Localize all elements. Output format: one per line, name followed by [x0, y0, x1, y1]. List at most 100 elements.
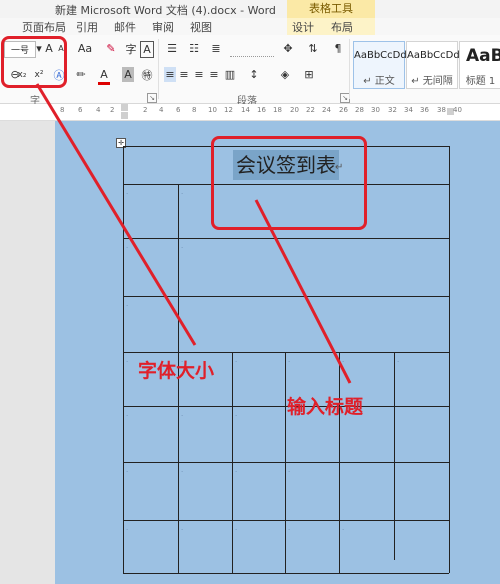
style-sample: AaBbCcDd	[407, 50, 460, 61]
phonetic-guide-button[interactable]: 字	[124, 41, 138, 56]
change-case-button[interactable]: Aa	[76, 41, 94, 56]
ruler-tick: 34	[404, 106, 413, 114]
style-normal[interactable]: AaBbCcDd ↵ 正文	[353, 41, 407, 89]
character-border-button[interactable]: A	[140, 41, 154, 58]
cell-end-mark: ·	[288, 468, 291, 476]
show-marks-icon[interactable]: ¶	[332, 41, 344, 56]
ribbon-tabs: 页面布局 引用 邮件 审阅 视图 设计 布局	[0, 18, 500, 35]
font-size-annotation: 字体大小	[138, 360, 215, 382]
table-row-border	[123, 462, 449, 463]
ribbon-separator	[349, 39, 350, 99]
table-row-border	[123, 296, 449, 297]
bullets-icon[interactable]: ☰	[164, 41, 180, 56]
font-dialog-launcher-icon[interactable]: ↘	[147, 93, 157, 103]
font-size-highlight-box	[1, 36, 67, 88]
align-left-icon[interactable]: ≡	[164, 67, 176, 82]
table-row-border	[123, 352, 449, 353]
cell-end-mark: ·	[397, 358, 400, 366]
tab-design[interactable]: 设计	[292, 19, 314, 35]
cell-end-mark: ·	[288, 358, 291, 366]
ruler-tick: 6	[176, 106, 181, 114]
shading-icon[interactable]: ◈	[278, 67, 292, 82]
table-column-border	[394, 352, 395, 560]
align-center-icon[interactable]: ≡	[178, 67, 190, 82]
cell-end-mark: ·	[342, 358, 345, 366]
numbering-icon[interactable]: ☷	[186, 41, 202, 56]
table-column-border	[285, 352, 286, 573]
cell-end-mark: ·	[126, 412, 129, 420]
style-sample: AaBbCcDd	[354, 50, 407, 61]
cell-end-mark: ·	[181, 526, 184, 534]
cell-end-mark: ·	[288, 526, 291, 534]
cell-end-mark: ·	[126, 468, 129, 476]
cell-end-mark: ·	[181, 412, 184, 420]
cell-end-mark: ·	[235, 526, 238, 534]
cell-end-mark: ·	[181, 468, 184, 476]
first-line-indent-marker[interactable]	[121, 104, 128, 111]
table-column-border	[123, 146, 124, 573]
cell-end-mark: ·	[126, 244, 129, 252]
title-annotation: 输入标题	[287, 396, 364, 418]
ruler-tick: 32	[388, 106, 397, 114]
cell-end-mark: ·	[126, 526, 129, 534]
ruler-tick: 24	[322, 106, 331, 114]
ruler-tick: 8	[192, 106, 197, 114]
font-color-button[interactable]: A	[98, 67, 110, 85]
ruler-tick: 38	[437, 106, 446, 114]
borders-icon[interactable]: ⊞	[300, 67, 318, 82]
window-title: 新建 Microsoft Word 文档 (4).docx - Word	[55, 4, 276, 17]
tab-mailings[interactable]: 邮件	[114, 19, 136, 35]
style-name: ↵ 正文	[363, 76, 395, 87]
ruler-tick: 40	[453, 106, 462, 114]
cell-end-mark: ·	[342, 526, 345, 534]
cell-end-mark: ·	[126, 358, 129, 366]
sort-icon[interactable]: ⇅	[306, 41, 320, 56]
tab-view[interactable]: 视图	[190, 19, 212, 35]
tab-layout[interactable]: 布局	[331, 19, 353, 35]
indent-buttons[interactable]	[230, 41, 274, 57]
ruler-tick: 14	[241, 106, 250, 114]
table-row-border	[123, 520, 449, 521]
highlight-icon[interactable]: ✏	[74, 67, 88, 82]
left-indent-marker[interactable]	[121, 112, 128, 119]
title-highlight-box	[211, 136, 367, 230]
justify-icon[interactable]: ≡	[208, 67, 220, 82]
cell-end-mark: ·	[235, 412, 238, 420]
cell-end-mark: ·	[235, 468, 238, 476]
tab-references[interactable]: 引用	[76, 19, 98, 35]
character-shading-icon[interactable]: A	[122, 67, 134, 82]
title-bar: 新建 Microsoft Word 文档 (4).docx - Word 表格工…	[0, 0, 500, 18]
table-column-border	[232, 352, 233, 573]
tab-page-layout[interactable]: 页面布局	[22, 19, 66, 35]
clear-formatting-icon[interactable]: ✎	[104, 41, 118, 56]
distributed-icon[interactable]: ▥	[224, 67, 236, 82]
line-spacing-icon[interactable]: ↕	[246, 67, 262, 82]
ruler-tick: 18	[273, 106, 282, 114]
multilevel-list-icon[interactable]: ≣	[208, 41, 224, 56]
tab-review[interactable]: 审阅	[152, 19, 174, 35]
style-name: ↵ 无间隔	[411, 76, 453, 87]
ruler-tick: 10	[208, 106, 217, 114]
table-tools-contextual-tab: 表格工具	[287, 0, 375, 18]
table-row-border	[123, 238, 449, 239]
ruler-tick: 20	[290, 106, 299, 114]
style-heading-1[interactable]: AaBl 标题 1	[459, 41, 500, 89]
align-right-icon[interactable]: ≡	[193, 67, 205, 82]
ruler-tick: 2	[110, 106, 115, 114]
chinese-layout-icon[interactable]: ✥	[280, 41, 296, 56]
table-row-border	[123, 573, 449, 574]
ruler-tick: 6	[78, 106, 83, 114]
ruler-tick: 4	[159, 106, 164, 114]
ribbon-separator	[158, 39, 159, 99]
ruler-tick: 22	[306, 106, 315, 114]
enclose-characters-icon[interactable]: ㊕	[140, 67, 154, 82]
ruler-tick: 4	[96, 106, 101, 114]
horizontal-ruler[interactable]: 8 6 4 2 2 4 6 8 10 12 14 16 18 20 22 24 26 28 30 32 34 36 38 40	[0, 104, 500, 121]
table-column-border	[449, 146, 450, 573]
ruler-tick: 8	[60, 106, 65, 114]
ruler-tick: 16	[257, 106, 266, 114]
style-no-spacing[interactable]: AaBbCcDd ↵ 无间隔	[406, 41, 460, 89]
ruler-tick: 12	[224, 106, 233, 114]
ruler-tick: 36	[420, 106, 429, 114]
cell-end-mark: ·	[126, 302, 129, 310]
